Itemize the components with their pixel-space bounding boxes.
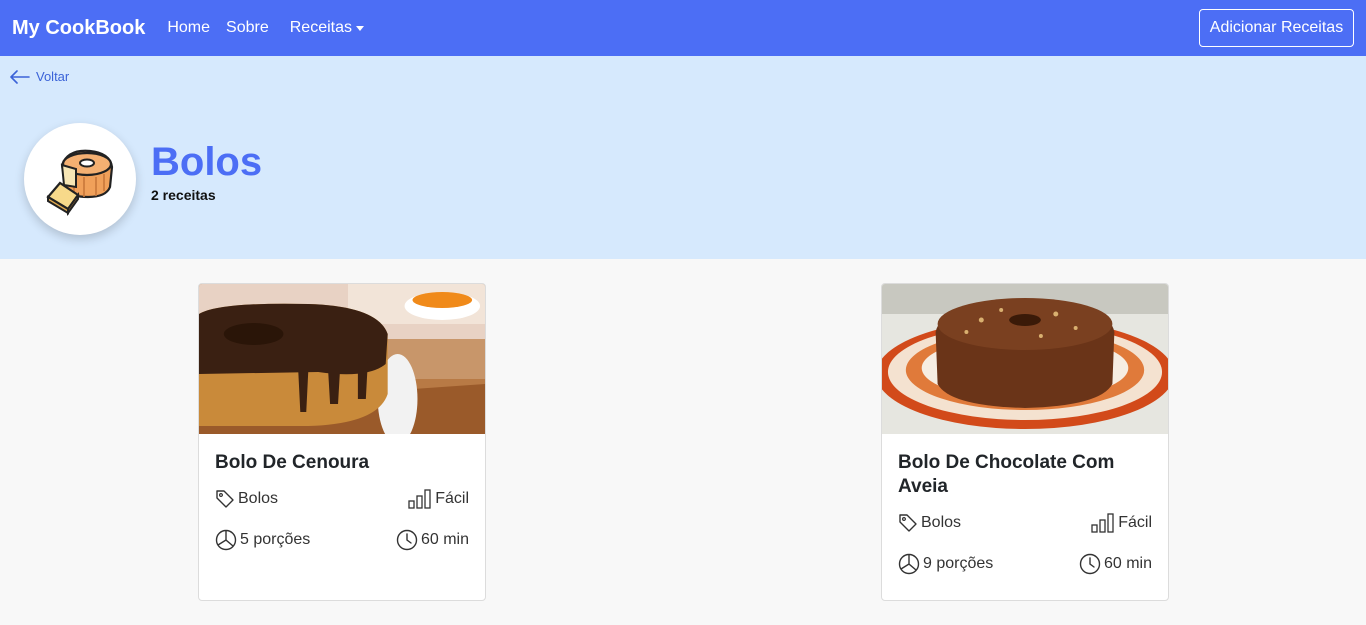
- clock-icon: [396, 529, 418, 551]
- nav-receitas-label: Receitas: [289, 19, 352, 36]
- recipe-difficulty: Fácil: [1091, 513, 1152, 533]
- category-title: Bolos: [151, 140, 263, 184]
- recipe-meta-row: 9 porções 60 min: [898, 552, 1152, 576]
- add-recipe-button[interactable]: Adicionar Receitas: [1199, 9, 1354, 47]
- brand-logo[interactable]: My CookBook: [12, 17, 145, 40]
- category-avatar: [24, 123, 136, 235]
- recipe-difficulty-label: Fácil: [435, 490, 469, 507]
- recipe-title[interactable]: Bolo De Cenoura: [215, 451, 469, 475]
- back-label: Voltar: [36, 69, 70, 84]
- nav-receitas-dropdown[interactable]: Receitas: [290, 19, 364, 37]
- clock-icon: [1079, 553, 1101, 575]
- arrow-left-icon: [10, 69, 30, 84]
- recipe-category: Bolos: [215, 489, 278, 509]
- recipe-time: 60 min: [396, 529, 469, 551]
- pie-chart-icon: [898, 553, 920, 575]
- recipe-difficulty: Fácil: [408, 489, 469, 509]
- signal-bars-icon: [1091, 513, 1114, 533]
- cake-icon: [46, 149, 114, 217]
- tag-icon: [216, 490, 234, 508]
- recipe-meta-row: Bolos Fácil: [215, 487, 469, 511]
- recipe-servings-label: 9 porções: [923, 555, 994, 572]
- pie-chart-icon: [215, 529, 237, 551]
- caret-down-icon: [355, 25, 364, 31]
- back-link[interactable]: Voltar: [10, 69, 69, 84]
- recipe-servings: 9 porções: [898, 553, 993, 575]
- recipe-meta-row: 5 porções 60 min: [215, 528, 469, 552]
- recipe-title[interactable]: Bolo De Chocolate Com Aveia: [898, 451, 1152, 499]
- recipe-time-label: 60 min: [420, 531, 469, 548]
- recipe-category-label: Bolos: [238, 490, 279, 507]
- navbar: My CookBook Home Sobre Receitas Adiciona…: [0, 0, 1366, 56]
- recipe-time: 60 min: [1079, 553, 1152, 575]
- recipe-category-label: Bolos: [921, 514, 962, 531]
- recipe-meta-row: Bolos Fácil: [898, 511, 1152, 535]
- recipe-category: Bolos: [898, 513, 961, 533]
- recipe-card[interactable]: Bolo De Cenoura Bolos Fácil 5 porções 60…: [198, 283, 486, 601]
- recipe-difficulty-label: Fácil: [1118, 514, 1152, 531]
- tag-icon: [899, 514, 917, 532]
- recipe-time-label: 60 min: [1103, 555, 1152, 572]
- nav-sobre[interactable]: Sobre: [226, 19, 269, 37]
- recipe-servings: 5 porções: [215, 529, 310, 551]
- recipe-servings-label: 5 porções: [240, 531, 311, 548]
- category-header: Voltar Bolos 2 receitas: [0, 56, 1366, 259]
- recipe-image: [199, 284, 485, 434]
- signal-bars-icon: [408, 489, 431, 509]
- recipe-count: 2 receitas: [151, 187, 216, 203]
- nav-home[interactable]: Home: [167, 19, 210, 37]
- recipe-image: [882, 284, 1168, 434]
- recipe-card[interactable]: Bolo De Chocolate Com Aveia Bolos Fácil: [881, 283, 1169, 601]
